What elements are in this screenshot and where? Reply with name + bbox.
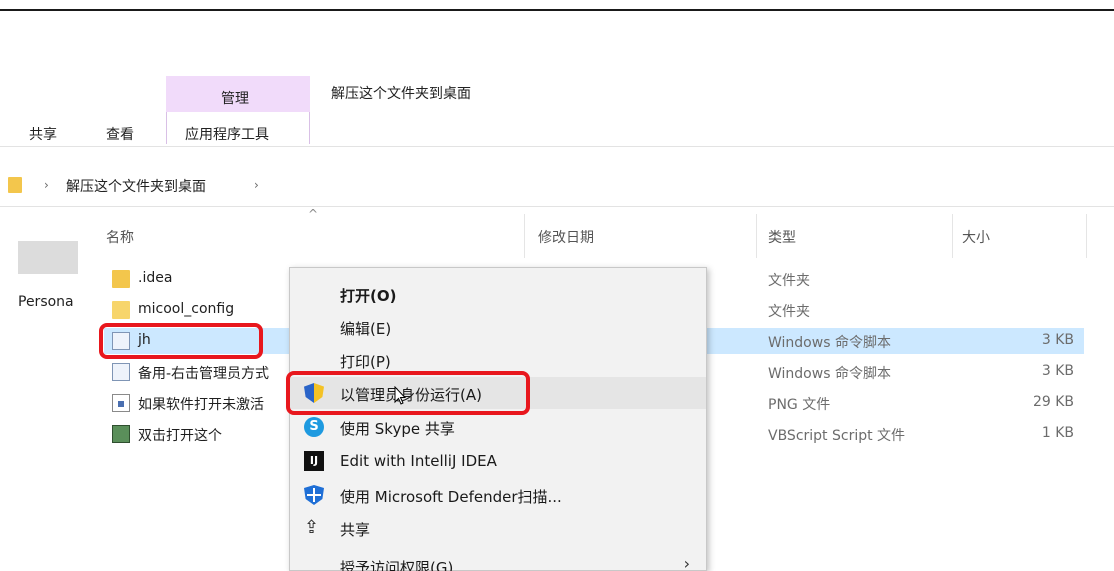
file-size: 3 KB xyxy=(1041,363,1074,379)
intellij-icon: IJ xyxy=(304,451,324,471)
window-title: 解压这个文件夹到桌面 xyxy=(331,86,471,102)
menu-item-share[interactable]: ⇪ 共享 xyxy=(290,512,706,544)
tab-share[interactable]: 共享 xyxy=(29,124,57,144)
submenu-arrow-icon: › xyxy=(683,554,690,571)
file-name: 如果软件打开未激活 xyxy=(138,397,264,413)
breadcrumb-current-folder[interactable]: 解压这个文件夹到桌面 xyxy=(66,176,206,196)
defender-icon xyxy=(304,485,324,505)
column-header-size[interactable]: 大小 xyxy=(962,227,990,247)
menu-item-label: Edit with IntelliJ IDEA xyxy=(340,452,497,470)
sort-ascending-icon: ^ xyxy=(308,207,319,221)
file-type: VBScript Script 文件 xyxy=(768,428,906,444)
menu-item-label: 打开(O) xyxy=(340,287,397,305)
highlight-box-run-as-admin xyxy=(286,371,530,415)
menu-item-open[interactable]: 打开(O) xyxy=(290,278,706,310)
context-menu: 打开(O) 编辑(E) 打印(P) 以管理员身份运行(A) S 使用 Skype… xyxy=(289,267,707,571)
share-icon: ⇪ xyxy=(304,517,320,538)
top-border-line xyxy=(0,9,1114,11)
file-type: 文件夹 xyxy=(768,273,810,289)
mouse-cursor-icon xyxy=(394,386,406,405)
cmd-file-icon xyxy=(112,363,130,381)
column-divider[interactable] xyxy=(1086,214,1087,258)
file-type: Windows 命令脚本 xyxy=(768,335,891,351)
menu-item-label: 共享 xyxy=(340,521,371,539)
address-folder-icon xyxy=(8,177,22,193)
file-type: 文件夹 xyxy=(768,304,810,320)
column-header-modified[interactable]: 修改日期 xyxy=(538,227,594,247)
menu-item-label: 使用 Microsoft Defender扫描... xyxy=(340,488,562,506)
column-divider[interactable] xyxy=(952,214,953,258)
tab-app-tools[interactable]: 应用程序工具 xyxy=(185,124,269,144)
menu-item-grant-access[interactable]: 授予访问权限(G) › xyxy=(290,550,706,571)
file-type: Windows 命令脚本 xyxy=(768,366,891,382)
folder-icon xyxy=(112,270,130,288)
file-size: 29 KB xyxy=(1032,394,1074,410)
menu-item-label: 授予访问权限(G) xyxy=(340,559,454,571)
file-size: 1 KB xyxy=(1041,425,1074,441)
folder-icon xyxy=(112,301,130,319)
column-divider[interactable] xyxy=(756,214,757,258)
menu-item-label: 打印(P) xyxy=(340,353,391,371)
file-name: 双击打开这个 xyxy=(138,428,222,444)
column-divider[interactable] xyxy=(524,214,525,258)
vbs-file-icon xyxy=(112,425,130,443)
ribbon-divider xyxy=(0,146,1114,147)
skype-icon: S xyxy=(304,417,324,437)
menu-item-defender-scan[interactable]: 使用 Microsoft Defender扫描... xyxy=(290,479,706,511)
menu-item-skype-share[interactable]: S 使用 Skype 共享 xyxy=(290,411,706,443)
menu-item-intellij[interactable]: IJ Edit with IntelliJ IDEA xyxy=(290,445,706,477)
file-type: PNG 文件 xyxy=(768,397,831,413)
menu-item-label: 编辑(E) xyxy=(340,320,392,338)
png-file-icon xyxy=(112,394,130,412)
breadcrumb-separator[interactable]: › xyxy=(44,178,49,192)
file-name: 备用-右击管理员方式 xyxy=(138,366,270,382)
menu-item-label: 使用 Skype 共享 xyxy=(340,420,455,438)
breadcrumb-separator-end[interactable]: › xyxy=(254,178,259,192)
address-divider xyxy=(0,206,1114,207)
tab-view[interactable]: 查看 xyxy=(106,124,134,144)
nav-pane-item-selected[interactable] xyxy=(18,241,78,274)
file-name: .idea xyxy=(138,270,173,286)
nav-pane-item-personal[interactable]: Persona xyxy=(18,294,74,310)
column-header-type[interactable]: 类型 xyxy=(768,227,796,247)
column-header-name[interactable]: 名称 xyxy=(106,227,134,247)
menu-item-edit[interactable]: 编辑(E) xyxy=(290,311,706,343)
file-name: micool_config xyxy=(138,301,235,317)
tab-manage[interactable]: 管理 xyxy=(221,88,249,108)
highlight-box-jh xyxy=(99,323,263,359)
file-size: 3 KB xyxy=(1041,332,1074,348)
